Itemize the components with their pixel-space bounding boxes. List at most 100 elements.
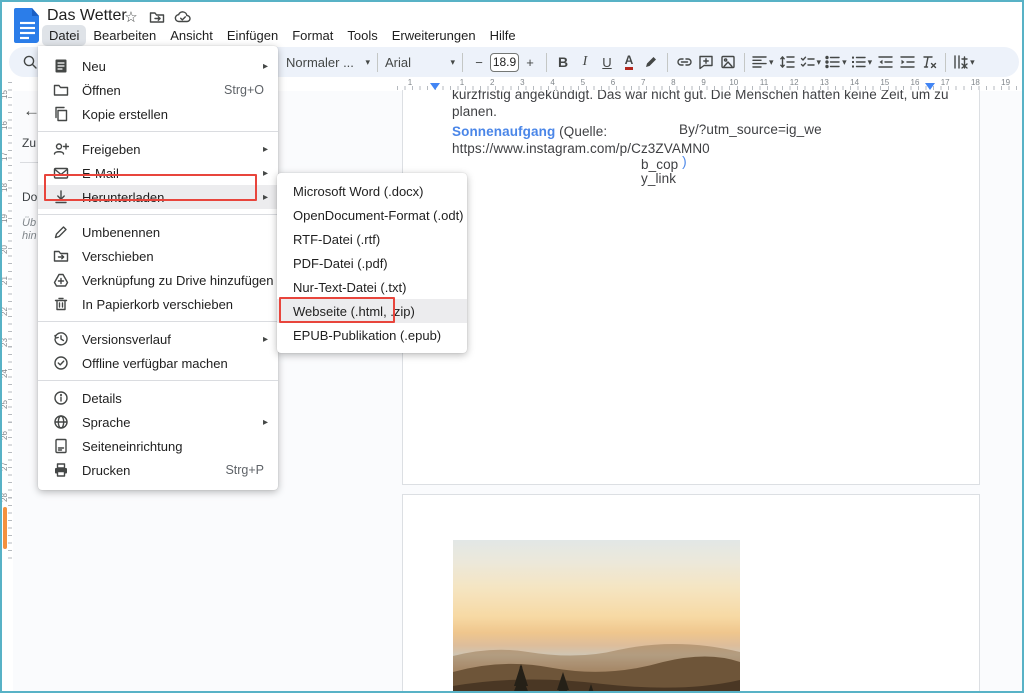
ruler-number: 8 — [671, 78, 676, 87]
left-indent-marker[interactable] — [430, 83, 440, 90]
submenu-item-rtf[interactable]: RTF-Datei (.rtf) — [277, 227, 467, 251]
submenu-arrow-icon: ▸ — [262, 416, 268, 428]
menu-item-sprache[interactable]: Sprache ▸ — [38, 410, 278, 434]
ruler-number: 20 — [0, 245, 9, 254]
menu-divider — [38, 380, 278, 381]
app-window: Das Wetter ☆ Datei Bearbeiten Ansicht Ei… — [0, 0, 1024, 693]
increase-indent-icon[interactable] — [896, 50, 918, 74]
submenu-arrow-icon: ▸ — [262, 191, 268, 203]
menu-item-freigeben[interactable]: Freigeben ▸ — [38, 137, 278, 161]
menu-item-oeffnen[interactable]: Öffnen Strg+O — [38, 78, 278, 102]
line-spacing-icon[interactable] — [776, 50, 798, 74]
document-page-2[interactable] — [402, 494, 980, 691]
document-title[interactable]: Das Wetter — [47, 7, 127, 25]
menu-item-verknuepfung-drive[interactable]: Verknüpfung zu Drive hinzufügen — [38, 268, 278, 292]
font-selector[interactable]: Arial ▾ — [383, 50, 457, 74]
drive-add-icon — [53, 272, 69, 288]
menu-bearbeiten[interactable]: Bearbeiten — [86, 25, 163, 46]
menu-einfuegen[interactable]: Einfügen — [220, 25, 285, 46]
bulleted-list-icon[interactable]: ▾ — [823, 50, 849, 74]
right-indent-marker[interactable] — [925, 83, 935, 90]
insert-image-icon[interactable] — [717, 50, 739, 74]
menu-item-papierkorb[interactable]: In Papierkorb verschieben — [38, 292, 278, 316]
align-icon[interactable]: ▾ — [750, 50, 776, 74]
menu-item-neu[interactable]: Neu ▸ — [38, 54, 278, 78]
bold-button[interactable]: B — [552, 50, 574, 74]
sunset-photo[interactable] — [453, 540, 740, 691]
checklist-icon[interactable]: ▾ — [798, 50, 824, 74]
menu-item-details[interactable]: Details — [38, 386, 278, 410]
ruler-number: 27 — [0, 462, 9, 471]
ruler-number: 16 — [910, 78, 920, 87]
globe-icon — [53, 414, 69, 430]
ruler-number: 28 — [0, 493, 9, 502]
folder-move-icon — [53, 248, 69, 264]
star-icon[interactable]: ☆ — [122, 8, 140, 26]
menu-item-kopie-erstellen[interactable]: Kopie erstellen — [38, 102, 278, 126]
submenu-item-epub[interactable]: EPUB-Publikation (.epub) — [277, 323, 467, 347]
ruler-number: 7 — [640, 78, 646, 87]
clear-formatting-icon[interactable] — [918, 50, 940, 74]
ruler-number: 24 — [0, 369, 9, 378]
ruler-number: 26 — [0, 431, 9, 440]
ruler-number: 3 — [520, 78, 525, 87]
menu-divider — [38, 321, 278, 322]
paragraph-style-selector[interactable]: Normaler ... ▾ — [284, 50, 372, 74]
printer-icon — [53, 462, 69, 478]
outline-structure-label: Do — [22, 190, 38, 204]
underline-button[interactable]: U — [596, 50, 618, 74]
submenu-item-pdf[interactable]: PDF-Datei (.pdf) — [277, 251, 467, 275]
submenu-item-odt[interactable]: OpenDocument-Format (.odt) — [277, 203, 467, 227]
menu-format[interactable]: Format — [285, 25, 340, 46]
decrease-indent-icon[interactable] — [874, 50, 896, 74]
menu-divider — [38, 131, 278, 132]
ruler-number: 1 — [459, 78, 465, 87]
menu-datei[interactable]: Datei — [42, 25, 87, 46]
document-url-fragment: By/?utm_source=ig_we — [679, 122, 822, 137]
insert-link-icon[interactable] — [673, 50, 695, 74]
move-folder-icon[interactable] — [148, 8, 166, 26]
google-docs-icon[interactable] — [14, 8, 41, 48]
ruler-number: 17 — [940, 78, 950, 87]
document-url-text: https://www.instagram.com/p/Cz3ZVAMN0 — [452, 141, 710, 156]
ruler-number: 6 — [610, 78, 616, 87]
outline-hint-text: Üb — [22, 217, 37, 229]
ruler-number: 19 — [1001, 78, 1011, 87]
numbered-list-icon[interactable]: ▾ — [849, 50, 875, 74]
history-clock-icon — [53, 331, 69, 347]
ruler-number: 1 — [407, 78, 413, 87]
ruler-number: 25 — [0, 400, 9, 409]
menu-hilfe[interactable]: Hilfe — [483, 25, 523, 46]
decrease-font-size-button[interactable]: − — [468, 50, 490, 74]
menu-erweiterungen[interactable]: Erweiterungen — [385, 25, 483, 46]
increase-font-size-button[interactable]: + — [519, 50, 541, 74]
menu-item-seiteneinrichtung[interactable]: Seiteneinrichtung — [38, 434, 278, 458]
trash-icon — [53, 296, 69, 312]
ruler-number: 13 — [819, 78, 829, 87]
add-comment-icon[interactable] — [695, 50, 717, 74]
cloud-status-icon[interactable] — [174, 8, 192, 26]
info-icon — [53, 390, 69, 406]
menu-item-verschieben[interactable]: Verschieben — [38, 244, 278, 268]
menu-item-offline[interactable]: Offline verfügbar machen — [38, 351, 278, 375]
submenu-item-txt[interactable]: Nur-Text-Datei (.txt) — [277, 275, 467, 299]
document-text: planen. — [452, 104, 497, 119]
menu-item-drucken[interactable]: Drucken Strg+P — [38, 458, 278, 482]
submenu-item-docx[interactable]: Microsoft Word (.docx) — [277, 179, 467, 203]
ruler-number: 9 — [701, 78, 706, 87]
font-size-input[interactable]: 18.9 — [490, 52, 519, 72]
italic-button[interactable]: I — [574, 50, 596, 74]
input-tools-icon[interactable]: ▾ — [951, 50, 977, 74]
annotation-box-herunterladen — [44, 174, 257, 201]
text-color-button[interactable]: A — [618, 50, 640, 74]
ruler-number: 22 — [0, 307, 9, 316]
document-heading-link[interactable]: Sonnenaufgang — [452, 124, 555, 139]
document-page-1[interactable]: kurzfristig angekündigt. Das war nicht g… — [402, 90, 980, 485]
menu-ansicht[interactable]: Ansicht — [163, 25, 220, 46]
page-setup-icon — [53, 438, 69, 454]
menu-item-umbenennen[interactable]: Umbenennen — [38, 220, 278, 244]
highlight-color-icon[interactable] — [640, 50, 662, 74]
menu-item-versionsverlauf[interactable]: Versionsverlauf ▸ — [38, 327, 278, 351]
vertical-ruler: 15 16 17 18 19 20 21 22 23 24 25 26 27 28 — [2, 82, 13, 560]
menu-tools[interactable]: Tools — [340, 25, 384, 46]
